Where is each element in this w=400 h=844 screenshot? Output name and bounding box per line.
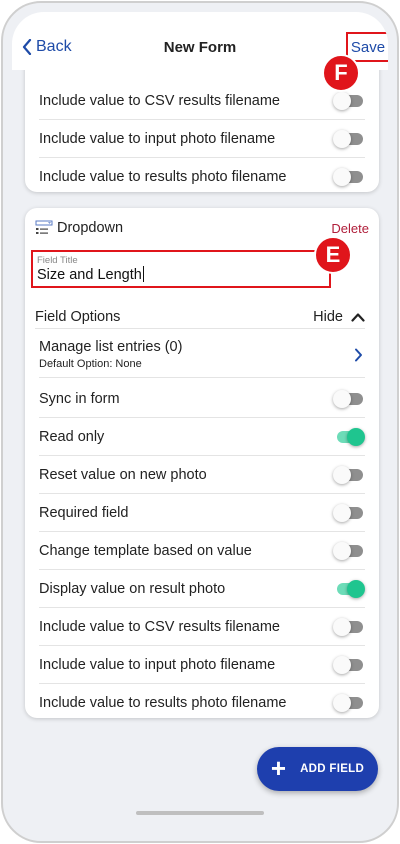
save-label: Save bbox=[350, 38, 386, 56]
toggle-row-csv-filename: Include value to CSV results filename bbox=[39, 82, 365, 120]
toggle-row-reset-value: Reset value on new photo bbox=[39, 456, 365, 494]
callout-badge-e: E bbox=[314, 236, 352, 274]
toggle-row-input-photo-filename: Include value to input photo filename bbox=[39, 120, 365, 158]
input-photo-filename-toggle[interactable] bbox=[333, 655, 365, 674]
toggle-label: Change template based on value bbox=[39, 542, 252, 559]
read-only-toggle[interactable] bbox=[333, 427, 365, 446]
field-card-header: Dropdown Delete bbox=[35, 218, 369, 238]
input-photo-filename-toggle[interactable] bbox=[333, 129, 365, 148]
add-field-button[interactable]: + ADD FIELD bbox=[257, 747, 378, 791]
toggle-row-sync-in-form: Sync in form bbox=[39, 380, 365, 418]
toggle-label: Include value to results photo filename bbox=[39, 169, 287, 185]
reset-value-toggle[interactable] bbox=[333, 465, 365, 484]
page-title: New Form bbox=[163, 39, 237, 56]
results-photo-filename-toggle[interactable] bbox=[333, 168, 365, 186]
text-cursor bbox=[142, 266, 145, 282]
field-options-label: Field Options bbox=[35, 308, 121, 325]
csv-filename-toggle[interactable] bbox=[333, 91, 365, 110]
display-on-result-toggle[interactable] bbox=[333, 579, 365, 598]
toggle-label: Include value to results photo filename bbox=[39, 695, 287, 711]
delete-button[interactable]: Delete bbox=[331, 221, 369, 236]
screen: Include value to CSV results filename In… bbox=[12, 12, 388, 834]
results-photo-filename-toggle[interactable] bbox=[333, 694, 365, 712]
change-template-toggle[interactable] bbox=[333, 541, 365, 560]
toggle-label: Include value to CSV results filename bbox=[39, 92, 280, 109]
toggle-row-display-on-result: Display value on result photo bbox=[39, 570, 365, 608]
default-option-label: Default Option: None bbox=[39, 358, 142, 370]
chevron-up-icon bbox=[351, 312, 365, 322]
required-field-toggle[interactable] bbox=[333, 503, 365, 522]
toggle-label: Reset value on new photo bbox=[39, 466, 207, 483]
toggle-row-results-photo-filename: Include value to results photo filename bbox=[39, 158, 365, 196]
phone-frame: Include value to CSV results filename In… bbox=[1, 1, 399, 843]
toggle-row-input-photo-filename: Include value to input photo filename bbox=[39, 646, 365, 684]
toggle-row-read-only: Read only bbox=[39, 418, 365, 456]
manage-list-entries-label: Manage list entries (0) bbox=[39, 339, 183, 355]
csv-filename-toggle[interactable] bbox=[333, 617, 365, 636]
toggle-row-required-field: Required field bbox=[39, 494, 365, 532]
toggle-label: Include value to input photo filename bbox=[39, 130, 276, 147]
toggle-label: Required field bbox=[39, 504, 129, 521]
dropdown-list-icon bbox=[35, 220, 53, 234]
manage-list-entries-row[interactable]: Manage list entries (0) Default Option: … bbox=[39, 332, 365, 378]
toggle-label: Include value to CSV results filename bbox=[39, 618, 280, 635]
home-indicator bbox=[136, 811, 264, 815]
field-title-value: Size and Length bbox=[37, 267, 142, 283]
sync-in-form-toggle[interactable] bbox=[333, 389, 365, 408]
field-title-label: Field Title bbox=[37, 255, 78, 266]
toggle-label: Sync in form bbox=[39, 390, 120, 407]
field-type: Dropdown bbox=[35, 220, 123, 236]
toggle-row-csv-filename: Include value to CSV results filename bbox=[39, 608, 365, 646]
field-options-header: Field Options Hide bbox=[35, 305, 365, 329]
toggle-label: Include value to input photo filename bbox=[39, 656, 276, 673]
toggle-row-results-photo-filename: Include value to results photo filename bbox=[39, 684, 365, 722]
chevron-right-icon bbox=[355, 348, 362, 362]
toggle-label: Read only bbox=[39, 428, 105, 445]
toggle-label: Display value on result photo bbox=[39, 580, 226, 597]
field-title-input[interactable]: Field Title Size and Length bbox=[31, 250, 331, 288]
callout-badge-f: F bbox=[322, 54, 360, 92]
dropdown-field-card: Dropdown Delete Field Title Size and Len… bbox=[25, 208, 379, 718]
hide-label: Hide bbox=[313, 308, 343, 325]
hide-options-button[interactable]: Hide bbox=[313, 309, 365, 325]
toggle-row-change-template: Change template based on value bbox=[39, 532, 365, 570]
field-type-label: Dropdown bbox=[57, 220, 124, 236]
add-field-label: ADD FIELD bbox=[300, 763, 365, 775]
plus-icon: + bbox=[270, 753, 287, 783]
